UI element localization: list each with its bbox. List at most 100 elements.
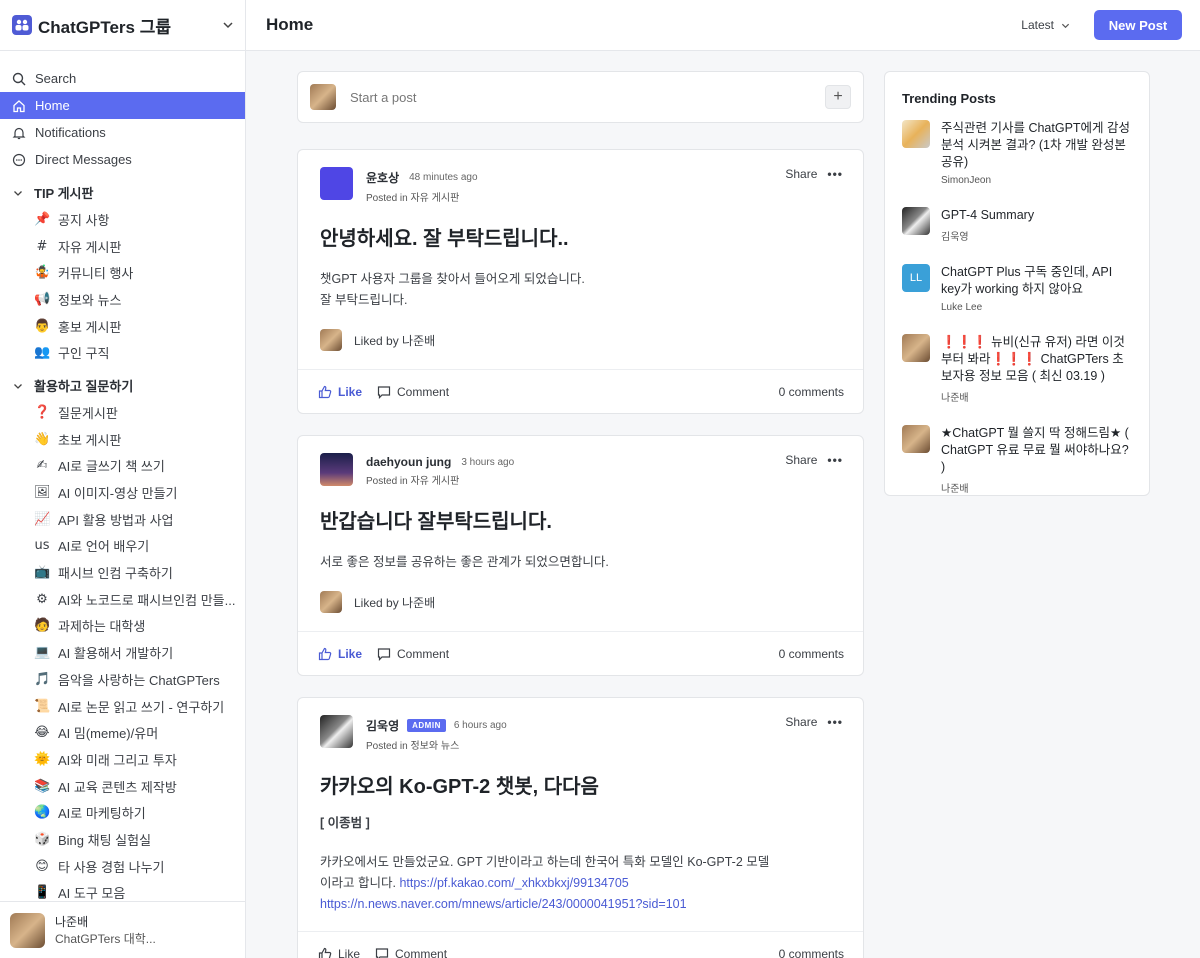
comments-count[interactable]: 0 comments [779, 947, 844, 958]
channel-icon: 📢 [34, 291, 51, 307]
avatar [902, 425, 930, 453]
share-button[interactable]: Share [785, 453, 817, 467]
channel-label: AI로 글쓰기 책 쓰기 [58, 459, 165, 475]
channel-icon: 📜 [34, 698, 51, 714]
channel-item[interactable]: 💻 AI 활용해서 개발하기 [0, 639, 245, 666]
trending-item[interactable]: ❗❗❗ 뉴비(신규 유저) 라면 이것부터 봐라❗❗❗ ChatGPTers 초… [902, 334, 1133, 404]
sort-dropdown[interactable]: Latest [1021, 18, 1070, 32]
channel-item[interactable]: 🖼 AI 이미지-영상 만들기 [0, 479, 245, 506]
post-author[interactable]: daehyoun jung [366, 455, 451, 469]
channel-label: AI와 미래 그리고 투자 [58, 752, 177, 768]
sort-label: Latest [1021, 18, 1054, 32]
section-tip-board[interactable]: TIP 게시판 [0, 179, 245, 206]
group-switcher[interactable]: ChatGPTers 그룹 [0, 0, 245, 51]
trending-item-author: 김욱영 [941, 232, 969, 243]
posted-prefix: Posted in [366, 741, 408, 752]
posted-in: Posted in 정보와 뉴스 [366, 737, 507, 752]
channel-item[interactable]: 📢 정보와 뉴스 [0, 286, 245, 313]
trending-item-title: 주식관련 기사를 ChatGPT에게 감성 분석 시켜본 결과? (1차 개발 … [941, 121, 1131, 169]
trending-item[interactable]: 주식관련 기사를 ChatGPT에게 감성 분석 시켜본 결과? (1차 개발 … [902, 120, 1133, 186]
channel-item[interactable]: 📈 API 활용 방법과 사업 [0, 506, 245, 533]
channel-item[interactable]: 🎵 음악을 사랑하는 ChatGPTers [0, 666, 245, 693]
channel-item[interactable]: 🧑 과제하는 대학생 [0, 613, 245, 640]
trending-item[interactable]: LL ChatGPT Plus 구독 중인데, API key가 working… [902, 264, 1133, 313]
current-user[interactable]: 나준배 ChatGPTers 대학... [0, 901, 245, 958]
post-card: 윤호상 48 minutes ago Posted in 자유 게시판 Shar… [297, 149, 864, 414]
channel-item[interactable]: 🤹 커뮤니티 행사 [0, 259, 245, 286]
comment-button[interactable]: Comment [375, 947, 447, 958]
channel-item[interactable]: 😊 타 사용 경험 나누기 [0, 853, 245, 880]
nav-direct-messages[interactable]: Direct Messages [0, 146, 245, 173]
user-name: 나준배 [55, 915, 89, 929]
like-button[interactable]: Like [318, 385, 362, 399]
more-icon[interactable]: ••• [827, 167, 843, 181]
more-icon[interactable]: ••• [827, 453, 843, 467]
nav-notifications[interactable]: Notifications [0, 119, 245, 146]
post-channel[interactable]: 정보와 뉴스 [410, 741, 459, 752]
post-channel[interactable]: 자유 게시판 [410, 193, 459, 204]
share-button[interactable]: Share [785, 715, 817, 729]
channel-item[interactable]: 📌 공지 사항 [0, 206, 245, 233]
channel-icon: 📚 [34, 778, 51, 794]
channel-item[interactable]: ❓ 질문게시판 [0, 399, 245, 426]
post-card: daehyoun jung 3 hours ago Posted in 자유 게… [297, 435, 864, 676]
channel-icon: ✍ [36, 458, 48, 474]
post-channel[interactable]: 자유 게시판 [410, 476, 459, 487]
comments-count[interactable]: 0 comments [779, 385, 844, 399]
admin-badge: ADMIN [407, 719, 446, 732]
section-use-and-ask[interactable]: 활용하고 질문하기 [0, 372, 245, 399]
like-button[interactable]: Like [318, 647, 362, 661]
channel-item[interactable]: # 자유 게시판 [0, 233, 245, 260]
nav-search-label: Search [35, 71, 77, 86]
plus-icon[interactable]: + [825, 85, 851, 109]
channel-item[interactable]: 📱 AI 도구 모음 [0, 880, 245, 901]
avatar: LL [902, 264, 930, 292]
post-composer[interactable]: Start a post + [297, 71, 864, 123]
channel-item[interactable]: 😂 AI 밈(meme)/유머 [0, 719, 245, 746]
channel-item[interactable]: ⚙ AI와 노코드로 패시브인컴 만들... [0, 586, 245, 613]
comment-button[interactable]: Comment [377, 385, 449, 399]
channel-item[interactable]: 🌏 AI로 마케팅하기 [0, 799, 245, 826]
author-avatar[interactable] [320, 715, 353, 748]
channel-item[interactable]: ✍ AI로 글쓰기 책 쓰기 [0, 453, 245, 480]
author-avatar[interactable] [320, 167, 353, 200]
channel-item[interactable]: 👋 초보 게시판 [0, 426, 245, 453]
channel-item[interactable]: 📚 AI 교육 콘텐츠 제작방 [0, 773, 245, 800]
share-button[interactable]: Share [785, 167, 817, 181]
liked-by[interactable]: Liked by 나준배 [320, 591, 843, 631]
channel-item[interactable]: us AI로 언어 배우기 [0, 533, 245, 560]
liked-by[interactable]: Liked by 나준배 [320, 329, 843, 369]
channel-icon: 🧑 [34, 618, 51, 634]
channel-item[interactable]: 📺 패시브 인컴 구축하기 [0, 559, 245, 586]
channel-icon: 📱 [34, 885, 51, 901]
channel-icon: 🌞 [34, 751, 51, 767]
nav-home[interactable]: Home [0, 92, 245, 119]
post-link[interactable]: https://n.news.naver.com/mnews/article/2… [320, 897, 687, 911]
channel-item[interactable]: 🌞 AI와 미래 그리고 투자 [0, 746, 245, 773]
trending-item[interactable]: GPT-4 Summary 김욱영 [902, 207, 1133, 243]
channel-icon: 🖼 [34, 485, 51, 501]
post-title[interactable]: 안녕하세요. 잘 부탁드립니다.. [320, 222, 843, 251]
author-avatar[interactable] [320, 453, 353, 486]
channel-label: API 활용 방법과 사업 [58, 512, 174, 528]
composer-placeholder[interactable]: Start a post [350, 90, 825, 105]
nav-search[interactable]: Search [0, 65, 245, 92]
post-link[interactable]: https://pf.kakao.com/_xhkxbkxj/99134705 [399, 876, 628, 890]
bell-icon [12, 127, 26, 139]
post-author[interactable]: 김욱영 [366, 717, 399, 734]
comment-button[interactable]: Comment [377, 647, 449, 661]
new-post-button[interactable]: New Post [1094, 10, 1182, 40]
like-button[interactable]: Like [318, 947, 360, 958]
comments-count[interactable]: 0 comments [779, 647, 844, 661]
channel-item[interactable]: 🎲 Bing 채팅 실험실 [0, 826, 245, 853]
channel-label: 공지 사항 [58, 212, 110, 228]
channel-item[interactable]: 👨 홍보 게시판 [0, 313, 245, 340]
post-title[interactable]: 카카오의 Ko-GPT-2 챗봇, 다다음 [320, 770, 843, 799]
channel-label: Bing 채팅 실험실 [58, 832, 152, 848]
post-title[interactable]: 반갑습니다 잘부탁드립니다. [320, 505, 843, 534]
channel-item[interactable]: 👥 구인 구직 [0, 339, 245, 366]
post-author[interactable]: 윤호상 [366, 169, 399, 186]
trending-item[interactable]: ★ChatGPT 뭘 쓸지 딱 정해드림★ ( ChatGPT 유료 무료 뭘 … [902, 425, 1133, 495]
more-icon[interactable]: ••• [827, 715, 843, 729]
channel-item[interactable]: 📜 AI로 논문 읽고 쓰기 - 연구하기 [0, 693, 245, 720]
